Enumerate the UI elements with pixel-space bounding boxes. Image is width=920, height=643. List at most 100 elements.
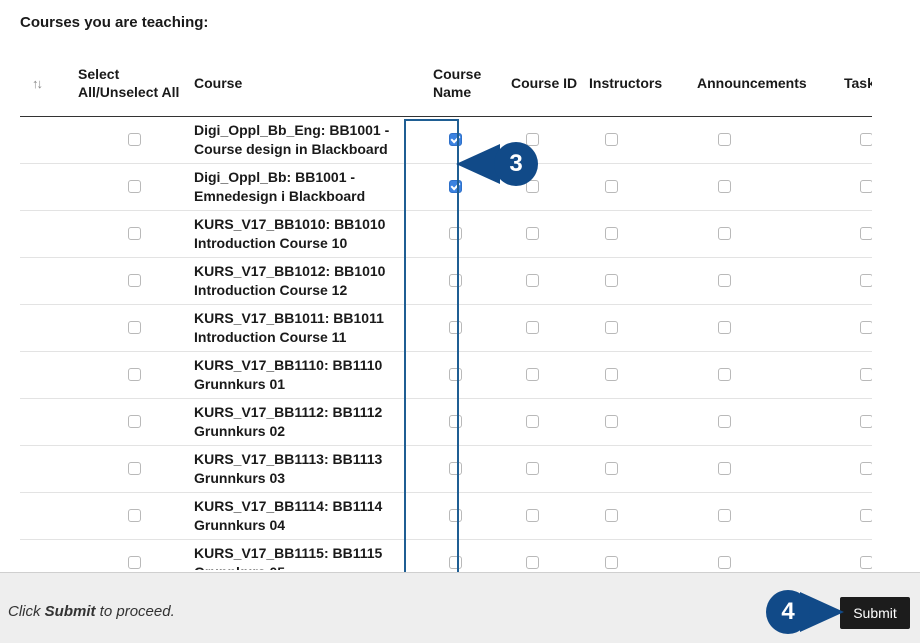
tasks-checkbox-cell: [840, 351, 872, 399]
announcements-checkbox-cell: [693, 351, 840, 399]
course-cell: KURS_V17_BB1115: BB1115 Grunnkurs 05: [190, 539, 429, 570]
tasks-checkbox[interactable]: [860, 462, 872, 476]
tasks-checkbox-cell: [840, 398, 872, 446]
tasks-header: Tasks: [840, 50, 872, 117]
tasks-checkbox-cell: [840, 445, 872, 493]
course-name-highlight-box: [404, 119, 459, 581]
tasks-checkbox-cell: [840, 210, 872, 258]
course-id-checkbox[interactable]: [526, 509, 539, 523]
tasks-checkbox[interactable]: [860, 133, 872, 147]
sort-cell: [20, 539, 74, 570]
sort-cell: [20, 210, 74, 258]
row-select-checkbox[interactable]: [128, 556, 141, 570]
footer-text-suffix: to proceed.: [95, 603, 175, 620]
tasks-checkbox-cell: [840, 304, 872, 352]
row-select-checkbox[interactable]: [128, 274, 141, 288]
tasks-checkbox[interactable]: [860, 274, 872, 288]
announcements-checkbox[interactable]: [718, 180, 731, 194]
instructors-checkbox-cell: [585, 398, 693, 446]
announcements-checkbox[interactable]: [718, 227, 731, 241]
row-select-checkbox-cell: [74, 116, 190, 164]
course-id-checkbox[interactable]: [526, 321, 539, 335]
announcements-checkbox-cell: [693, 163, 840, 211]
row-select-checkbox-cell: [74, 539, 190, 570]
table-header-row: ↑↓ Select All/Unselect All Course Course…: [20, 50, 872, 117]
instructors-checkbox[interactable]: [605, 133, 618, 147]
sort-cell: [20, 492, 74, 540]
course-cell: KURS_V17_BB1010: BB1010 Introduction Cou…: [190, 210, 429, 258]
instructors-checkbox-cell: [585, 116, 693, 164]
sort-cell: [20, 163, 74, 211]
sort-cell: [20, 116, 74, 164]
instructors-checkbox[interactable]: [605, 227, 618, 241]
instructors-checkbox-cell: [585, 351, 693, 399]
row-select-checkbox-cell: [74, 304, 190, 352]
row-select-checkbox[interactable]: [128, 133, 141, 147]
instructors-checkbox-cell: [585, 492, 693, 540]
course-id-checkbox-cell: [507, 398, 585, 446]
announcements-checkbox[interactable]: [718, 462, 731, 476]
tasks-checkbox-cell: [840, 163, 872, 211]
row-select-checkbox[interactable]: [128, 415, 141, 429]
course-id-checkbox-cell: [507, 257, 585, 305]
instructors-checkbox[interactable]: [605, 368, 618, 382]
footer-text-prefix: Click: [8, 603, 45, 620]
tasks-checkbox-cell: [840, 257, 872, 305]
announcements-checkbox[interactable]: [718, 509, 731, 523]
course-id-checkbox[interactable]: [526, 368, 539, 382]
submit-button[interactable]: Submit: [840, 597, 910, 629]
course-id-checkbox[interactable]: [526, 227, 539, 241]
step-3-callout: 3: [494, 142, 538, 186]
instructors-checkbox-cell: [585, 445, 693, 493]
row-select-checkbox[interactable]: [128, 368, 141, 382]
course-id-checkbox[interactable]: [526, 415, 539, 429]
tasks-checkbox[interactable]: [860, 368, 872, 382]
sort-cell: [20, 257, 74, 305]
instructors-checkbox[interactable]: [605, 556, 618, 570]
course-name-header: Course Name: [429, 50, 507, 117]
sort-icon[interactable]: ↑↓: [24, 76, 43, 91]
course-id-checkbox[interactable]: [526, 556, 539, 570]
announcements-checkbox-cell: [693, 304, 840, 352]
tasks-checkbox[interactable]: [860, 227, 872, 241]
tasks-checkbox[interactable]: [860, 509, 872, 523]
announcements-checkbox[interactable]: [718, 321, 731, 335]
course-header: Course: [190, 50, 429, 117]
row-select-checkbox[interactable]: [128, 180, 141, 194]
tasks-checkbox[interactable]: [860, 415, 872, 429]
instructors-checkbox[interactable]: [605, 180, 618, 194]
announcements-checkbox-cell: [693, 116, 840, 164]
announcements-checkbox[interactable]: [718, 556, 731, 570]
course-cell: KURS_V17_BB1011: BB1011 Introduction Cou…: [190, 304, 429, 352]
instructors-checkbox[interactable]: [605, 509, 618, 523]
row-select-checkbox[interactable]: [128, 227, 141, 241]
instructors-checkbox[interactable]: [605, 462, 618, 476]
tasks-checkbox[interactable]: [860, 556, 872, 570]
instructors-checkbox-cell: [585, 210, 693, 258]
sort-column-header[interactable]: ↑↓: [20, 50, 74, 117]
course-id-checkbox[interactable]: [526, 274, 539, 288]
instructors-checkbox[interactable]: [605, 321, 618, 335]
announcements-checkbox[interactable]: [718, 368, 731, 382]
instructors-checkbox-cell: [585, 539, 693, 570]
tasks-checkbox-cell: [840, 492, 872, 540]
announcements-checkbox[interactable]: [718, 133, 731, 147]
announcements-checkbox[interactable]: [718, 274, 731, 288]
row-select-checkbox[interactable]: [128, 321, 141, 335]
tasks-checkbox[interactable]: [860, 321, 872, 335]
tasks-checkbox[interactable]: [860, 180, 872, 194]
instructors-checkbox[interactable]: [605, 274, 618, 288]
tasks-checkbox-cell: [840, 539, 872, 570]
footer-text-bold: Submit: [44, 603, 96, 620]
course-id-checkbox[interactable]: [526, 133, 539, 147]
instructors-checkbox[interactable]: [605, 415, 618, 429]
row-select-checkbox[interactable]: [128, 462, 141, 476]
tasks-checkbox-cell: [840, 116, 872, 164]
footer-instruction: Click Submit to proceed.: [8, 603, 175, 620]
announcements-checkbox-cell: [693, 257, 840, 305]
row-select-checkbox[interactable]: [128, 509, 141, 523]
select-all-header[interactable]: Select All/Unselect All: [74, 50, 190, 117]
course-id-checkbox[interactable]: [526, 462, 539, 476]
announcements-checkbox[interactable]: [718, 415, 731, 429]
course-cell: KURS_V17_BB1114: BB1114 Grunnkurs 04: [190, 492, 429, 540]
